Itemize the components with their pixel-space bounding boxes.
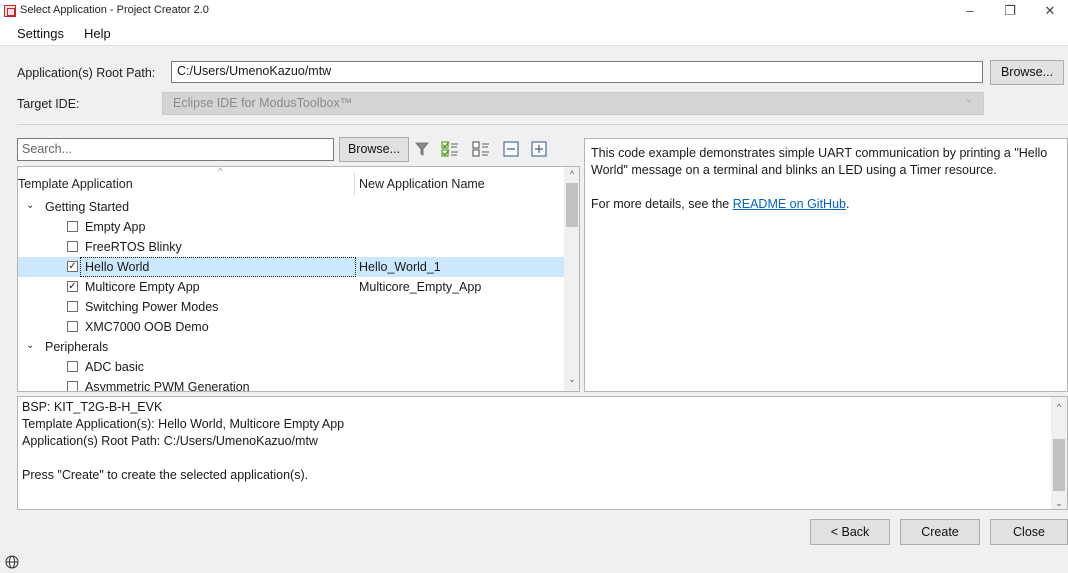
checkbox[interactable] (67, 301, 78, 312)
check-all-icon[interactable] (440, 139, 460, 159)
create-button[interactable]: Create (900, 519, 980, 545)
collapse-all-icon[interactable] (501, 139, 521, 159)
chevron-down-icon[interactable]: ⌄ (26, 200, 34, 211)
summary-root-path: Application(s) Root Path: C:/Users/Umeno… (22, 434, 318, 448)
chevron-down-icon: ⌄ (964, 94, 973, 105)
minimize-button[interactable]: – (950, 0, 990, 22)
summary-blank (22, 450, 1063, 467)
tree-group-peripherals[interactable]: ⌄ Peripherals (18, 337, 564, 357)
browse-template-button[interactable]: Browse... (339, 137, 409, 162)
column-divider[interactable] (354, 172, 355, 196)
app-icon (4, 5, 16, 17)
scroll-down-arrow-icon[interactable]: ⌄ (564, 374, 579, 385)
tree-item-label: Asymmetric PWM Generation (85, 380, 250, 392)
tree-item-label: Multicore Empty App (85, 280, 200, 294)
tree-item[interactable]: Empty App (18, 217, 564, 237)
divider (17, 124, 1068, 125)
description-panel: This code example demonstrates simple UA… (584, 138, 1068, 392)
globe-icon[interactable] (5, 555, 19, 569)
menu-bar: Settings Help (0, 22, 1068, 46)
scroll-up-arrow-icon[interactable]: ^ (564, 169, 579, 179)
menu-help[interactable]: Help (84, 26, 111, 41)
readme-link[interactable]: README on GitHub (733, 197, 846, 211)
tree-item-label: Hello World (85, 260, 150, 274)
tree-item[interactable]: ADC basic (18, 357, 564, 377)
filter-icon[interactable] (412, 139, 432, 159)
scroll-up-arrow-icon[interactable]: ^ (1051, 399, 1067, 416)
description-more: For more details, see the README on GitH… (591, 196, 1061, 213)
chevron-down-icon[interactable]: ⌄ (26, 340, 34, 351)
back-button[interactable]: < Back (810, 519, 890, 545)
tree-item[interactable]: FreeRTOS Blinky (18, 237, 564, 257)
new-app-name[interactable]: Multicore_Empty_App (359, 280, 481, 294)
window-title: Select Application - Project Creator 2.0 (20, 4, 209, 16)
tree-item[interactable]: Asymmetric PWM Generation (18, 377, 564, 392)
description-text: This code example demonstrates simple UA… (591, 146, 1048, 177)
tree-item[interactable]: XMC7000 OOB Demo (18, 317, 564, 337)
menu-settings[interactable]: Settings (17, 26, 64, 41)
root-path-label: Application(s) Root Path: (17, 66, 156, 80)
close-window-button[interactable]: ✕ (1030, 0, 1068, 22)
tree-item-label: XMC7000 OOB Demo (85, 320, 209, 334)
uncheck-all-icon[interactable] (471, 139, 491, 159)
tree-item-label: Switching Power Modes (85, 300, 219, 314)
summary-bsp: BSP: KIT_T2G-B-H_EVK (22, 400, 163, 414)
target-ide-select[interactable]: Eclipse IDE for ModusToolbox™ ⌄ (162, 92, 984, 115)
template-tree[interactable]: ^ Template Application New Application N… (17, 166, 580, 392)
new-app-name[interactable]: Hello_World_1 (359, 260, 441, 274)
column-header-template[interactable]: Template Application (18, 177, 133, 191)
summary-panel: BSP: KIT_T2G-B-H_EVK Template Applicatio… (17, 396, 1068, 510)
checkbox[interactable] (67, 321, 78, 332)
checkbox-checked[interactable]: ✓ (67, 261, 78, 272)
tree-item[interactable]: ✓ Multicore Empty App Multicore_Empty_Ap… (18, 277, 564, 297)
tree-item-label: Empty App (85, 220, 146, 234)
scroll-down-arrow-icon[interactable]: ⌄ (1051, 495, 1067, 512)
tree-scrollbar[interactable]: ^ ⌄ (564, 167, 579, 391)
checkbox-checked[interactable]: ✓ (67, 281, 78, 292)
target-ide-label: Target IDE: (17, 97, 80, 111)
tree-item-label: ADC basic (85, 360, 145, 374)
close-button[interactable]: Close (990, 519, 1068, 545)
title-bar: Select Application - Project Creator 2.0… (0, 0, 1068, 22)
more-prefix: For more details, see the (591, 197, 733, 211)
checkbox[interactable] (67, 381, 78, 391)
column-header-new-name[interactable]: New Application Name (359, 177, 485, 191)
expand-all-icon[interactable] (529, 139, 549, 159)
scroll-thumb[interactable] (566, 183, 578, 227)
browse-root-button[interactable]: Browse... (990, 60, 1064, 85)
maximize-button[interactable]: ❐ (990, 0, 1030, 22)
summary-templates: Template Application(s): Hello World, Mu… (22, 417, 345, 431)
sort-caret-icon: ^ (218, 167, 223, 178)
summary-instruction: Press "Create" to create the selected ap… (22, 468, 309, 482)
scroll-thumb[interactable] (1053, 439, 1065, 491)
checkbox[interactable] (67, 221, 78, 232)
tree-item-selected[interactable]: ✓ Hello World Hello_World_1 (18, 257, 564, 277)
tree-item-label: FreeRTOS Blinky (85, 240, 182, 254)
root-path-input[interactable]: C:/Users/UmenoKazuo/mtw (171, 61, 983, 83)
summary-scrollbar[interactable]: ^ ⌄ (1051, 397, 1067, 509)
tree-item[interactable]: Switching Power Modes (18, 297, 564, 317)
tree-group-getting-started[interactable]: ⌄ Getting Started (18, 197, 564, 217)
checkbox[interactable] (67, 241, 78, 252)
tree-group-label: Getting Started (45, 200, 130, 214)
search-input[interactable]: Search... (17, 138, 334, 161)
target-ide-value: Eclipse IDE for ModusToolbox™ (173, 96, 353, 110)
more-suffix: . (845, 197, 850, 211)
tree-group-label: Peripherals (45, 340, 109, 354)
checkbox[interactable] (67, 361, 78, 372)
